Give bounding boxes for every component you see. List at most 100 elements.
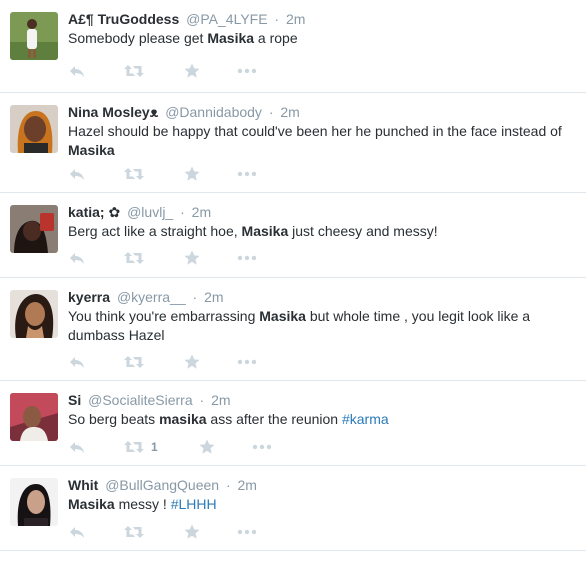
retweet-icon	[123, 438, 145, 456]
more-button[interactable]	[251, 438, 273, 456]
reply-icon	[68, 353, 86, 371]
text-segment: Berg act like a straight hoe,	[68, 223, 242, 239]
tweet-content: Si @SocialiteSierra · 2m So berg beats m…	[68, 391, 576, 429]
timestamp[interactable]: 2m	[286, 11, 305, 27]
retweet-icon	[123, 62, 145, 80]
more-button[interactable]	[236, 523, 258, 541]
tweet[interactable]: Si @SocialiteSierra · 2m So berg beats m…	[0, 381, 586, 466]
timestamp[interactable]: 2m	[238, 477, 257, 493]
retweet-icon	[123, 249, 145, 267]
fullname[interactable]: katia; ✿	[68, 204, 120, 220]
avatar-image	[10, 12, 58, 60]
text-segment: ass after the reunion	[206, 411, 342, 427]
avatar[interactable]	[10, 290, 58, 338]
text-segment: Somebody please get	[68, 30, 208, 46]
favorite-button[interactable]	[183, 353, 201, 371]
username[interactable]: @luvlj_	[127, 204, 173, 220]
hashtag-link[interactable]: #LHHH	[171, 496, 217, 512]
tweet-header: A£¶ TruGoddess @PA_4LYFE · 2m	[68, 10, 576, 28]
reply-button[interactable]	[68, 523, 86, 541]
username[interactable]: @Dannidabody	[165, 104, 262, 120]
retweet-button[interactable]	[123, 353, 145, 371]
tweet-text: Somebody please get Masika a rope	[68, 29, 576, 48]
favorite-button[interactable]	[198, 438, 216, 456]
username[interactable]: @kyerra__	[117, 289, 186, 305]
separator-dot: ·	[268, 104, 274, 120]
reply-button[interactable]	[68, 353, 86, 371]
star-icon	[183, 62, 201, 80]
avatar[interactable]	[10, 205, 58, 253]
star-icon	[183, 353, 201, 371]
more-icon	[236, 62, 258, 80]
tweet-content: kyerra @kyerra__ · 2m You think you're e…	[68, 288, 576, 345]
tweet[interactable]: Nina Mosleyᴥ @Dannidabody · 2m Hazel sho…	[0, 93, 586, 193]
more-icon	[236, 523, 258, 541]
timestamp[interactable]: 2m	[280, 104, 299, 120]
more-button[interactable]	[236, 249, 258, 267]
fullname[interactable]: Nina Mosleyᴥ	[68, 104, 158, 120]
more-button[interactable]	[236, 62, 258, 80]
retweet-button[interactable]	[123, 62, 145, 80]
hashtag-link[interactable]: #karma	[342, 411, 389, 427]
more-icon	[236, 165, 258, 183]
tweet[interactable]: Whit @BullGangQueen · 2m Masika messy ! …	[0, 466, 586, 551]
favorite-button[interactable]	[183, 523, 201, 541]
more-icon	[236, 353, 258, 371]
favorite-button[interactable]	[183, 62, 201, 80]
retweet-icon	[123, 523, 145, 541]
timestamp[interactable]: 2m	[192, 204, 211, 220]
star-icon	[183, 523, 201, 541]
tweet-header: Nina Mosleyᴥ @Dannidabody · 2m	[68, 103, 576, 121]
reply-icon	[68, 165, 86, 183]
timestamp[interactable]: 2m	[211, 392, 230, 408]
reply-button[interactable]	[68, 165, 86, 183]
tweet[interactable]: katia; ✿ @luvlj_ · 2m Berg act like a st…	[0, 193, 586, 278]
reply-icon	[68, 438, 86, 456]
tweet-header: kyerra @kyerra__ · 2m	[68, 288, 576, 306]
tweet-header: Si @SocialiteSierra · 2m	[68, 391, 576, 409]
retweet-button[interactable]: 1	[123, 438, 158, 456]
tweet-header: katia; ✿ @luvlj_ · 2m	[68, 203, 576, 221]
highlighted-term: Masika	[68, 496, 115, 512]
tweet[interactable]: kyerra @kyerra__ · 2m You think you're e…	[0, 278, 586, 381]
timestamp[interactable]: 2m	[204, 289, 223, 305]
separator-dot: ·	[274, 11, 280, 27]
text-segment: messy !	[114, 496, 171, 512]
tweet-text: Masika messy ! #LHHH	[68, 495, 576, 514]
tweet[interactable]: A£¶ TruGoddess @PA_4LYFE · 2m Somebody p…	[0, 0, 586, 93]
separator-dot: ·	[225, 477, 231, 493]
avatar-image	[10, 290, 58, 338]
fullname[interactable]: Whit	[68, 477, 98, 493]
highlighted-term: Masika	[207, 30, 255, 46]
fullname[interactable]: Si	[68, 392, 81, 408]
username[interactable]: @PA_4LYFE	[186, 11, 267, 27]
tweet-text: Hazel should be happy that could've been…	[68, 122, 576, 160]
reply-button[interactable]	[68, 249, 86, 267]
retweet-button[interactable]	[123, 165, 145, 183]
avatar[interactable]	[10, 393, 58, 441]
separator-dot: ·	[199, 392, 205, 408]
tweet-content: katia; ✿ @luvlj_ · 2m Berg act like a st…	[68, 203, 576, 241]
favorite-button[interactable]	[183, 165, 201, 183]
avatar[interactable]	[10, 105, 58, 153]
username[interactable]: @SocialiteSierra	[88, 392, 192, 408]
retweet-button[interactable]	[123, 523, 145, 541]
highlighted-term: Masika	[68, 142, 115, 158]
reply-button[interactable]	[68, 438, 86, 456]
reply-button[interactable]	[68, 62, 86, 80]
tweet-text: So berg beats masika ass after the reuni…	[68, 410, 576, 429]
more-button[interactable]	[236, 353, 258, 371]
more-button[interactable]	[236, 165, 258, 183]
username[interactable]: @BullGangQueen	[105, 477, 219, 493]
avatar[interactable]	[10, 12, 58, 60]
fullname[interactable]: kyerra	[68, 289, 110, 305]
avatar[interactable]	[10, 478, 58, 526]
fullname[interactable]: A£¶ TruGoddess	[68, 11, 179, 27]
retweet-icon	[123, 165, 145, 183]
retweet-button[interactable]	[123, 249, 145, 267]
favorite-button[interactable]	[183, 249, 201, 267]
tweet-text: Berg act like a straight hoe, Masika jus…	[68, 222, 576, 241]
separator-dot: ·	[180, 204, 185, 220]
avatar-image	[10, 105, 58, 153]
star-icon	[198, 438, 216, 456]
